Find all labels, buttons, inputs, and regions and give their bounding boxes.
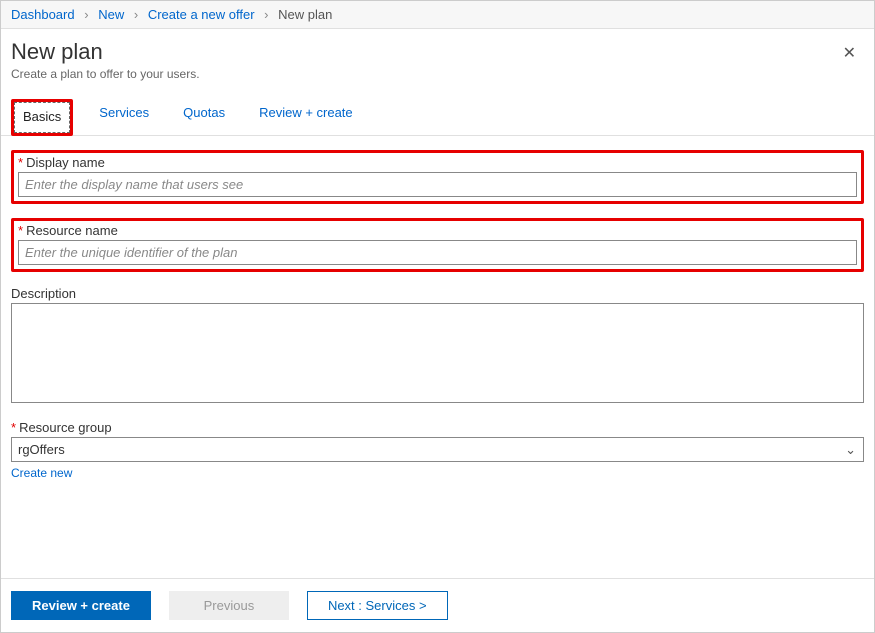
breadcrumb-current: New plan bbox=[278, 7, 332, 22]
page-header: New plan Create a plan to offer to your … bbox=[1, 29, 874, 89]
close-icon: ✕ bbox=[843, 45, 856, 62]
field-description: Description bbox=[11, 286, 864, 406]
required-icon: * bbox=[18, 223, 23, 238]
breadcrumb: Dashboard › New › Create a new offer › N… bbox=[1, 1, 874, 29]
resource-group-label: *Resource group bbox=[11, 420, 864, 435]
tab-bar: Basics Services Quotas Review + create bbox=[1, 89, 874, 136]
page-title: New plan bbox=[11, 39, 200, 65]
previous-button[interactable]: Previous bbox=[169, 591, 289, 620]
create-new-link[interactable]: Create new bbox=[11, 466, 72, 480]
field-display-name: *Display name bbox=[11, 150, 864, 204]
tab-services[interactable]: Services bbox=[91, 99, 157, 135]
next-button[interactable]: Next : Services > bbox=[307, 591, 448, 620]
chevron-right-icon: › bbox=[84, 7, 88, 22]
display-name-label: *Display name bbox=[18, 155, 857, 170]
tab-review[interactable]: Review + create bbox=[251, 99, 361, 135]
close-button[interactable]: ✕ bbox=[839, 39, 860, 67]
tab-basics[interactable]: Basics bbox=[14, 102, 70, 133]
field-resource-name: *Resource name bbox=[11, 218, 864, 272]
description-input[interactable] bbox=[11, 303, 864, 403]
required-icon: * bbox=[11, 420, 16, 435]
breadcrumb-create-offer[interactable]: Create a new offer bbox=[148, 7, 255, 22]
required-icon: * bbox=[18, 155, 23, 170]
chevron-right-icon: › bbox=[264, 7, 268, 22]
field-resource-group: *Resource group rgOffers ⌄ Create new bbox=[11, 420, 864, 480]
footer-bar: Review + create Previous Next : Services… bbox=[1, 578, 874, 632]
breadcrumb-dashboard[interactable]: Dashboard bbox=[11, 7, 75, 22]
resource-name-input[interactable] bbox=[18, 240, 857, 265]
resource-group-select[interactable]: rgOffers bbox=[11, 437, 864, 462]
page-subtitle: Create a plan to offer to your users. bbox=[11, 67, 200, 81]
resource-name-label: *Resource name bbox=[18, 223, 857, 238]
highlight-box: Basics bbox=[11, 99, 73, 136]
breadcrumb-new[interactable]: New bbox=[98, 7, 124, 22]
review-create-button[interactable]: Review + create bbox=[11, 591, 151, 620]
form-body: *Display name *Resource name Description… bbox=[1, 136, 874, 578]
display-name-input[interactable] bbox=[18, 172, 857, 197]
chevron-right-icon: › bbox=[134, 7, 138, 22]
tab-quotas[interactable]: Quotas bbox=[175, 99, 233, 135]
description-label: Description bbox=[11, 286, 864, 301]
